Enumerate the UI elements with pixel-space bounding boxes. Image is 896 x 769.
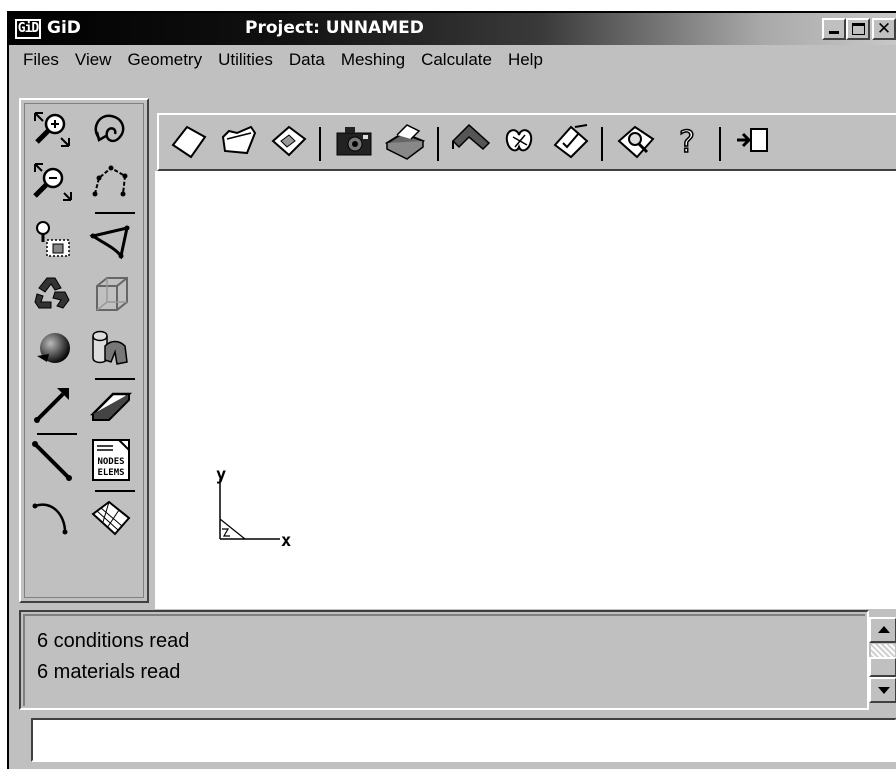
elems-label: ELEMS (97, 468, 124, 478)
axis-y-label: y (216, 465, 227, 485)
title-bar[interactable]: GiD GiD Project: UNNAMED ✕ (9, 13, 896, 45)
toolbar-separator (437, 127, 439, 161)
surface-icon[interactable] (89, 218, 133, 262)
arrow-down-icon (878, 687, 890, 694)
nodes-label: NODES (97, 457, 124, 467)
nodes-elems-list-icon[interactable]: NODES ELEMS (89, 438, 133, 482)
gid-window: GiD GiD Project: UNNAMED ✕ Files View Ge… (7, 11, 896, 769)
gid-logo-icon: GiD (15, 19, 41, 39)
open-icon[interactable] (217, 119, 261, 163)
menu-view[interactable]: View (67, 50, 120, 70)
polyline-points-icon[interactable] (89, 160, 133, 204)
command-input[interactable] (31, 718, 896, 762)
window-bottom-edge (9, 765, 896, 769)
toolbar-separator (719, 127, 721, 161)
axis-x-label: x (281, 531, 292, 551)
minimize-icon (829, 31, 839, 34)
save-icon[interactable] (267, 119, 311, 163)
help-glyph: ? (679, 125, 695, 160)
new-icon[interactable] (167, 119, 211, 163)
zoom-search-icon[interactable] (615, 119, 659, 163)
close-button[interactable]: ✕ (872, 18, 896, 40)
log-line: 6 materials read (37, 661, 181, 683)
minimize-button[interactable] (822, 18, 846, 40)
menu-bar: Files View Geometry Utilities Data Meshi… (9, 45, 896, 75)
toolbar-separator (95, 378, 135, 380)
edit-icon[interactable] (549, 119, 593, 163)
window-controls: ✕ (822, 18, 896, 42)
scroll-down-button[interactable] (869, 677, 896, 703)
toolbar-separator (37, 433, 77, 435)
maximize-button[interactable] (846, 18, 870, 40)
menu-meshing[interactable]: Meshing (333, 50, 413, 70)
toolbar-separator (319, 127, 321, 161)
message-log-content: 6 conditions read 6 materials read (23, 614, 865, 706)
rotate-icon[interactable] (89, 108, 133, 152)
scroll-up-button[interactable] (869, 617, 896, 643)
zoom-out-icon[interactable] (31, 160, 75, 204)
menu-utilities[interactable]: Utilities (210, 50, 281, 70)
snapshot-camera-icon[interactable] (333, 119, 377, 163)
shading-icon[interactable] (31, 326, 75, 370)
toolbar-separator (601, 127, 603, 161)
print-icon[interactable] (383, 119, 427, 163)
volume-cube-icon[interactable] (89, 272, 133, 316)
menu-help[interactable]: Help (500, 50, 551, 70)
close-icon: ✕ (876, 19, 892, 39)
toolbar-separator (95, 212, 135, 214)
drawing-canvas[interactable]: y x (155, 171, 896, 609)
message-log[interactable]: 6 conditions read 6 materials read (19, 610, 869, 710)
axes-icon (219, 479, 280, 540)
mesh-surface-icon[interactable] (89, 496, 133, 540)
top-toolbar: ? (157, 113, 896, 171)
window-title: Project: UNNAMED (245, 18, 424, 38)
plane-surface-icon[interactable] (89, 382, 133, 426)
exit-icon[interactable] (731, 119, 775, 163)
straight-line-icon[interactable] (31, 440, 75, 484)
maximize-icon (852, 23, 865, 35)
recycle-icon[interactable] (31, 272, 75, 316)
layers-icon[interactable] (89, 326, 133, 370)
arc-icon[interactable] (31, 496, 75, 540)
zoom-frame-icon[interactable] (31, 218, 75, 262)
surface-draw-icon[interactable] (449, 119, 493, 163)
log-scrollbar[interactable] (869, 613, 896, 707)
render-icon[interactable] (499, 119, 543, 163)
log-line: 6 conditions read (37, 630, 190, 652)
menu-geometry[interactable]: Geometry (119, 50, 210, 70)
left-toolbar: NODES ELEMS (19, 98, 149, 603)
scroll-thumb[interactable] (869, 657, 896, 677)
menu-files[interactable]: Files (15, 50, 67, 70)
menu-calculate[interactable]: Calculate (413, 50, 500, 70)
zoom-in-icon[interactable] (31, 108, 75, 152)
toolbar-separator (95, 490, 135, 492)
menu-data[interactable]: Data (281, 50, 333, 70)
arrow-up-icon (878, 626, 890, 633)
app-name: GiD (47, 18, 81, 38)
help-icon[interactable]: ? (665, 119, 709, 163)
point-icon[interactable] (31, 382, 75, 426)
